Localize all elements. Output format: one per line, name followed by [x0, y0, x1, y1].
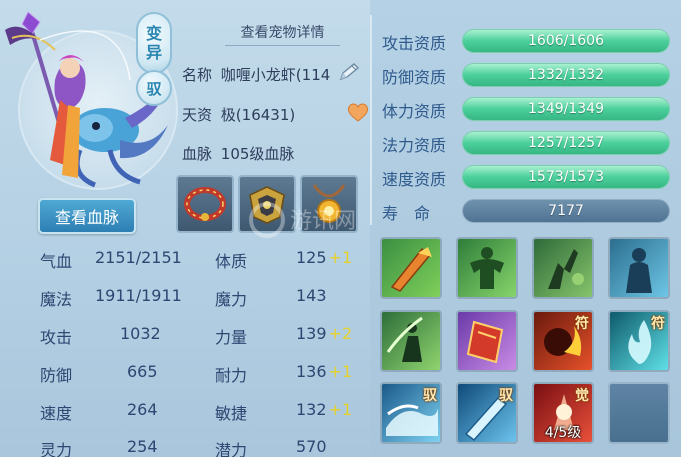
pet-bloodline-row: 血脉 105级血脉 — [182, 143, 294, 164]
skill-slot-3[interactable] — [532, 237, 594, 299]
aptitude-bar-magic: 1257/1257 — [462, 131, 670, 155]
pet-name-label: 名称 — [182, 66, 213, 84]
variant-badge-char-2: 异 — [145, 43, 162, 62]
aptitude-label-magic: 法力资质 — [382, 136, 447, 155]
skill-slot-9[interactable]: 驭 — [380, 382, 442, 444]
pet-aptitude-label: 天资 — [182, 106, 213, 124]
stat-label-defense: 防御 — [40, 366, 73, 385]
red-collar-icon — [184, 187, 226, 221]
skill-tag: 符 — [575, 316, 589, 332]
lifespan-label: 寿 命 — [382, 204, 431, 223]
stat-bonus-endurance: +1 — [328, 362, 353, 381]
skill-tag: 觉 — [575, 388, 589, 404]
skill-slot-12-empty[interactable] — [608, 382, 670, 444]
aptitude-label-defense: 防御资质 — [382, 68, 447, 87]
pet-aptitude-row: 天资 极(16431) — [182, 104, 295, 125]
skill-slot-10[interactable]: 驭 — [456, 382, 518, 444]
watermark-text: 游讯网 — [290, 209, 356, 234]
skill-tag: 驭 — [423, 388, 437, 404]
stat-label-magic: 魔力 — [215, 290, 248, 309]
stat-label-agility: 敏捷 — [215, 404, 248, 423]
skill-slot-2[interactable] — [456, 237, 518, 299]
variant-badge: 变 异 — [136, 12, 172, 74]
pet-name-row: 名称 咖喱小龙虾(114 — [182, 64, 330, 85]
skill-level: 4/5级 — [544, 425, 582, 441]
pet-bloodline-label: 血脉 — [182, 145, 213, 163]
stat-value-strength: 139 +2 — [296, 324, 353, 343]
leaf-warrior-icon — [386, 316, 423, 362]
tame-badge-label: 驭 — [146, 79, 162, 98]
stat-value-potential: 570 — [296, 437, 327, 456]
aptitude-bar-speed: 1573/1573 — [462, 165, 670, 189]
aptitude-bar-defense: 1332/1332 — [462, 63, 670, 87]
edit-name-icon[interactable] — [338, 62, 362, 82]
skill-tag: 符 — [651, 316, 665, 332]
view-pet-detail-link[interactable]: 查看宠物详情 — [225, 22, 340, 46]
ghost-figure-icon — [626, 248, 652, 293]
skill-slot-8[interactable]: 符 — [608, 310, 670, 372]
stat-label-strength: 力量 — [215, 328, 248, 347]
stat-label-speed: 速度 — [40, 404, 73, 423]
stat-value-mp: 1911/1911 — [95, 286, 182, 305]
skill-tag: 驭 — [499, 388, 513, 404]
muscle-man-icon — [470, 247, 504, 289]
stat-value-magic: 143 — [296, 286, 327, 305]
stat-bonus-constitution: +1 — [328, 248, 353, 267]
stat-bonus-strength: +2 — [328, 324, 353, 343]
skill-slot-11[interactable]: 觉 4/5级 — [532, 382, 594, 444]
stat-label-attack: 攻击 — [40, 328, 73, 347]
aptitude-bar-attack: 1606/1606 — [462, 29, 670, 53]
skill-slot-5[interactable] — [380, 310, 442, 372]
watermark-logo: 游讯网 — [249, 202, 356, 238]
poison-shadow-icon — [548, 249, 584, 289]
stat-label-hp: 气血 — [40, 252, 73, 271]
aptitude-label-speed: 速度资质 — [382, 170, 447, 189]
heart-icon[interactable] — [346, 101, 370, 123]
red-shield-icon — [466, 320, 504, 364]
skill-slot-4[interactable] — [608, 237, 670, 299]
stat-value-constitution: 125 +1 — [296, 248, 353, 267]
pet-bloodline-value: 105级血脉 — [220, 145, 295, 163]
equip-slot-1[interactable] — [176, 175, 234, 233]
stat-value-attack: 1032 — [120, 324, 161, 343]
stat-value-agility: 132 +1 — [296, 400, 353, 419]
skill-slot-6[interactable] — [456, 310, 518, 372]
stat-bonus-agility: +1 — [328, 400, 353, 419]
skill-slot-7[interactable]: 符 — [532, 310, 594, 372]
stat-label-constitution: 体质 — [215, 252, 248, 271]
aptitude-label-stamina: 体力资质 — [382, 102, 447, 121]
stat-value-endurance: 136 +1 — [296, 362, 353, 381]
stat-value-speed: 264 — [127, 400, 158, 419]
stat-value-defense: 665 — [127, 362, 158, 381]
pet-aptitude-value: 极(16431) — [220, 106, 296, 124]
stat-label-potential: 潜力 — [215, 441, 248, 457]
panel-divider — [370, 15, 372, 225]
stat-value-spirit: 254 — [127, 437, 158, 456]
stat-label-endurance: 耐力 — [215, 366, 248, 385]
aptitude-label-attack: 攻击资质 — [382, 34, 447, 53]
stat-value-hp: 2151/2151 — [95, 248, 182, 267]
view-bloodline-button[interactable]: 查看血脉 — [38, 198, 136, 234]
variant-badge-char-1: 变 — [145, 24, 162, 43]
tame-badge: 驭 — [136, 70, 172, 106]
pet-name-value: 咖喱小龙虾(114 — [220, 66, 331, 84]
blade-strike-icon — [390, 247, 432, 292]
lifespan-bar: 7177 — [462, 199, 670, 223]
stat-label-mp: 魔法 — [40, 290, 73, 309]
stat-label-spirit: 灵力 — [40, 441, 73, 457]
aptitude-bar-stamina: 1349/1349 — [462, 97, 670, 121]
skill-slot-1[interactable] — [380, 237, 442, 299]
